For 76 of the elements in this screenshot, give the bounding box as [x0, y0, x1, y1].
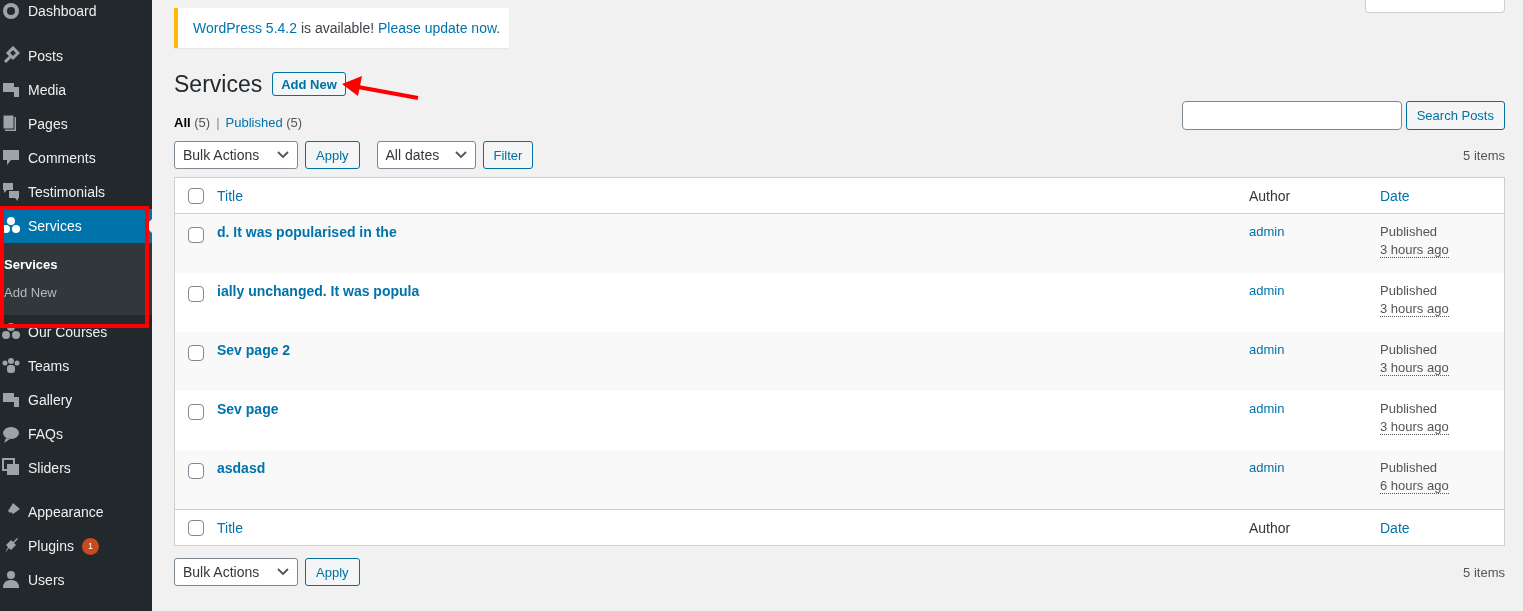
submenu-item[interactable]: Services [0, 251, 152, 279]
search-button[interactable]: Search Posts [1405, 101, 1505, 130]
checkbox[interactable] [188, 345, 204, 361]
post-title-link[interactable]: d. It was popularised in the [217, 224, 397, 240]
chevron-down-icon [454, 151, 467, 159]
author-link[interactable]: admin [1249, 283, 1285, 298]
update-count-badge: 1 [81, 537, 99, 555]
post-time: 3 hours ago [1380, 301, 1449, 317]
version-link[interactable]: WordPress 5.4.2 [193, 20, 297, 36]
author-link[interactable]: admin [1249, 460, 1285, 475]
page-title: Services [174, 70, 263, 98]
sidebar-menu-item[interactable]: Gallery [0, 383, 152, 417]
post-title-link[interactable]: ially unchanged. It was popula [217, 283, 420, 299]
chevron-down-icon [277, 568, 289, 576]
apply-button[interactable]: Apply [305, 558, 360, 586]
item-count: 5 items [1463, 147, 1505, 163]
date-filter-dropdown[interactable]: All dates [376, 141, 476, 169]
post-status: Published [1380, 460, 1438, 475]
user-icon [2, 570, 20, 590]
column-sort-link[interactable]: Title [217, 519, 243, 536]
checkbox[interactable] [188, 187, 204, 204]
sidebar-menu-item[interactable]: Teams [0, 349, 152, 383]
sidebar-menu-item[interactable]: Media [0, 73, 152, 107]
stacked-images-icon [2, 458, 20, 478]
post-status: Published [1380, 342, 1438, 357]
circles-icon [2, 216, 20, 236]
sidebar-menu-item[interactable]: Testimonials [0, 175, 152, 209]
column-header: Author [1249, 187, 1291, 204]
column-sort-link[interactable]: Date [1380, 519, 1410, 536]
checkbox[interactable] [188, 463, 204, 479]
update-notice-text: WordPress 5.4.2 is available! Please update now. [193, 20, 501, 36]
checkbox[interactable] [188, 404, 204, 420]
post-time: 6 hours ago [1380, 478, 1449, 494]
column-header: Author [1249, 519, 1291, 536]
view-filter-link[interactable]: Published (5) [225, 115, 303, 130]
bulk-actions-dropdown[interactable]: Bulk Actions [174, 141, 298, 169]
view-filter-link[interactable]: All (5) [174, 115, 211, 130]
submenu-item[interactable]: Add New [0, 279, 152, 307]
checkbox[interactable] [188, 227, 204, 243]
speech-bubbles-icon [2, 182, 20, 202]
sidebar-menu-item[interactable]: Sliders [0, 451, 152, 485]
apply-button[interactable]: Apply [305, 141, 360, 169]
post-status: Published [1380, 283, 1438, 298]
post-title-link[interactable]: Sev page [217, 401, 279, 417]
add-new-button[interactable]: Add New [272, 72, 346, 96]
column-sort-link[interactable]: Title [217, 187, 243, 204]
post-time: 3 hours ago [1380, 360, 1449, 376]
filter-button[interactable]: Filter [482, 141, 534, 169]
post-status: Published [1380, 401, 1438, 416]
column-sort-link[interactable]: Date [1380, 187, 1410, 204]
item-count: 5 items [1463, 564, 1505, 580]
post-title-link[interactable]: asdasd [217, 460, 266, 476]
separator-text: | [216, 115, 220, 130]
checkbox[interactable] [188, 519, 204, 536]
author-link[interactable]: admin [1249, 342, 1285, 357]
author-link[interactable]: admin [1249, 401, 1285, 416]
chat-bubble-icon [2, 424, 20, 444]
post-time: 3 hours ago [1380, 242, 1449, 258]
circles-icon [2, 322, 20, 342]
sidebar-menu-item[interactable]: Appearance [0, 495, 152, 529]
sidebar-menu-item[interactable]: Users [0, 563, 152, 597]
bulk-actions-dropdown[interactable]: Bulk Actions [174, 558, 298, 586]
people-icon [2, 356, 20, 376]
checkbox[interactable] [188, 286, 204, 302]
sidebar-menu-item[interactable]: Comments [0, 141, 152, 175]
sidebar-menu-item[interactable]: Dashboard [0, 0, 152, 22]
sidebar-menu-item[interactable]: FAQs [0, 417, 152, 451]
sidebar-menu-item[interactable]: Posts [0, 39, 152, 73]
search-field[interactable] [1181, 101, 1402, 130]
chevron-down-icon [277, 151, 289, 159]
post-status: Published [1380, 224, 1438, 239]
post-time: 3 hours ago [1380, 419, 1449, 435]
post-title-link[interactable]: Sev page 2 [217, 342, 291, 358]
sidebar-menu-item[interactable]: Plugins 1 [0, 529, 152, 563]
author-link[interactable]: admin [1249, 224, 1285, 239]
sidebar-menu-item[interactable]: Pages [0, 107, 152, 141]
